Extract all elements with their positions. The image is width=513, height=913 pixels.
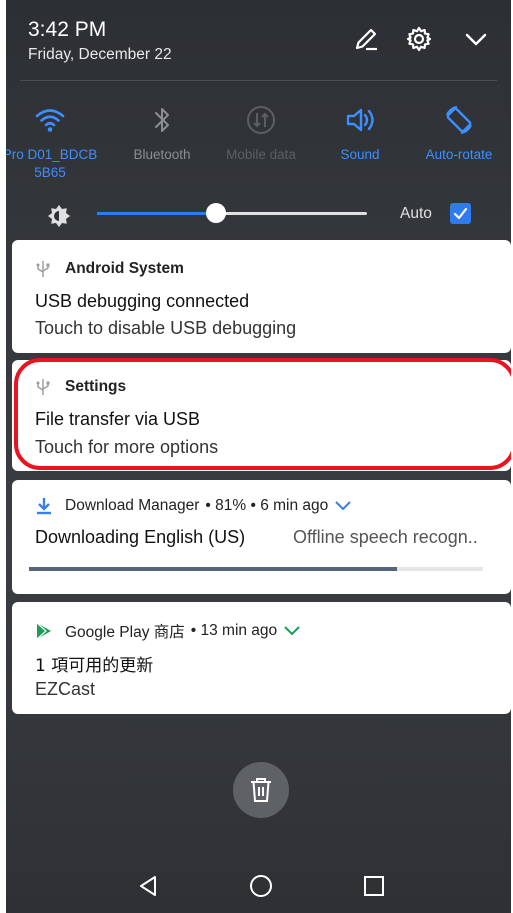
back-button[interactable] (128, 866, 168, 906)
notification-text: Touch for more options (35, 437, 219, 457)
notification-app-name: Settings (65, 378, 127, 395)
notification-title: 1 項可用的更新 (35, 656, 154, 676)
wifi-icon (6, 100, 100, 140)
clock-time: 3:42 PM (28, 18, 107, 41)
brightness-slider-thumb[interactable] (205, 203, 226, 223)
notification-text: EZCast (35, 679, 96, 699)
sound-icon (310, 100, 410, 140)
auto-rotate-icon (409, 100, 509, 140)
bluetooth-icon (112, 100, 212, 140)
notification-header: Android System (35, 260, 184, 278)
play-store-icon (35, 622, 51, 640)
qs-sound[interactable]: Sound (310, 100, 410, 164)
notification-app-name: Google Play 商店 (65, 624, 185, 641)
qs-auto-rotate[interactable]: Auto-rotate (409, 100, 509, 164)
qs-auto-rotate-label: Auto-rotate (425, 147, 493, 162)
recents-button[interactable] (354, 866, 394, 906)
edit-icon[interactable] (351, 24, 381, 54)
notification-google-play[interactable]: Google Play 商店 • 13 min ago 1 項可用的更新 EZC… (12, 602, 511, 714)
brightness-icon (46, 203, 72, 229)
download-icon (35, 497, 51, 515)
brightness-slider-fill (97, 212, 216, 215)
notification-header: Download Manager • 81% • 6 min ago (35, 497, 352, 515)
notification-app-name: Android System (65, 260, 184, 277)
notification-meta: • 81% • 6 min ago (205, 497, 329, 514)
brightness-slider[interactable] (97, 203, 367, 223)
expand-chevron-icon[interactable] (283, 625, 301, 637)
chevron-down-icon[interactable] (461, 24, 491, 54)
notification-header: Settings (35, 378, 126, 396)
notification-header: Google Play 商店 • 13 min ago (35, 620, 301, 642)
notification-shade: 3:42 PM Friday, December 22 Pro D01_BDCB… (6, 0, 511, 913)
auto-brightness-checkbox[interactable] (450, 203, 471, 224)
download-progress-bar (29, 567, 483, 571)
notification-title: Downloading English (US) (35, 527, 246, 547)
trash-icon (251, 778, 271, 802)
mobile-data-icon (211, 100, 311, 140)
expand-chevron-icon[interactable] (334, 500, 352, 512)
home-icon (250, 875, 272, 897)
notification-text: Touch to disable USB debugging (35, 318, 297, 338)
notification-android-system[interactable]: Android System USB debugging connected T… (12, 240, 511, 353)
home-button[interactable] (241, 866, 281, 906)
notification-title: USB debugging connected (35, 291, 250, 311)
back-icon (140, 876, 156, 896)
qs-wifi[interactable]: Pro D01_BDCB 5B65 (6, 100, 100, 182)
recents-icon (364, 876, 384, 896)
qs-bluetooth-label: Bluetooth (133, 147, 191, 162)
notification-download-manager[interactable]: Download Manager • 81% • 6 min ago Downl… (12, 480, 511, 594)
gear-icon[interactable] (404, 24, 434, 54)
notification-settings-usb[interactable]: Settings File transfer via USB Touch for… (12, 360, 511, 471)
qs-bluetooth[interactable]: Bluetooth (112, 100, 212, 164)
usb-icon (35, 378, 51, 396)
download-progress-fill (29, 567, 397, 571)
usb-icon (35, 260, 51, 278)
notification-meta: • 13 min ago (190, 622, 278, 639)
qs-sound-label: Sound (340, 147, 380, 162)
notification-title: File transfer via USB (35, 409, 201, 429)
qs-mobile-data-label: Mobile data (226, 147, 296, 162)
date-text: Friday, December 22 (28, 46, 172, 63)
clear-all-button[interactable] (233, 762, 289, 818)
qs-mobile-data[interactable]: Mobile data (211, 100, 311, 164)
header-divider (20, 80, 497, 81)
notification-text: Offline speech recogn.. (293, 527, 478, 547)
auto-brightness-label: Auto (400, 205, 432, 222)
qs-wifi-label: Pro D01_BDCB 5B65 (6, 147, 98, 180)
notification-app-name: Download Manager (65, 497, 200, 514)
